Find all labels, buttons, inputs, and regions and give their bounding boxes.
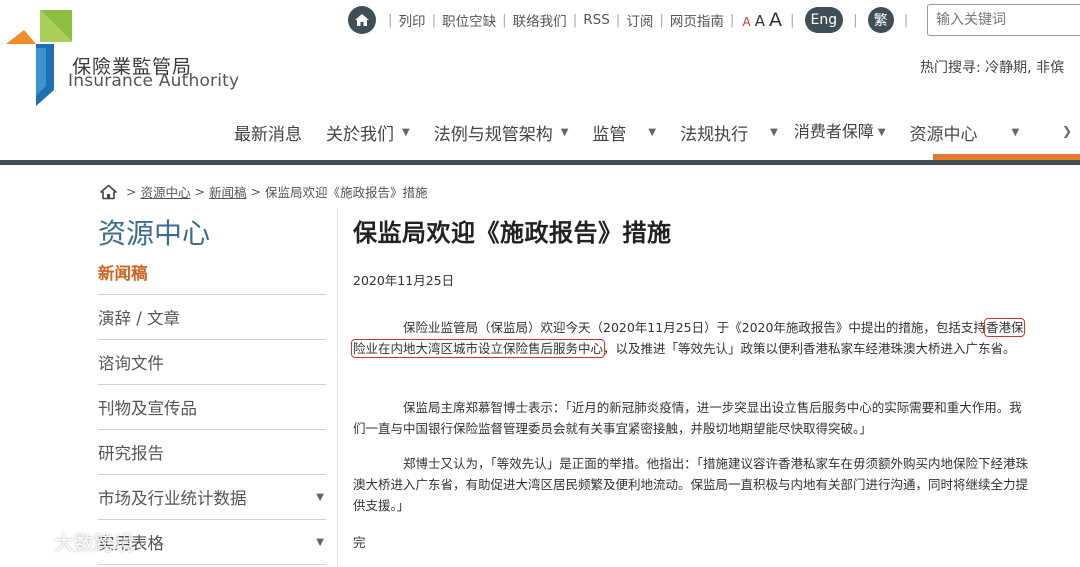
- nav-about-us[interactable]: 关於我们 ▼: [314, 108, 422, 156]
- sidebar-item-label: 研究报告: [98, 444, 164, 463]
- font-size-controls: A A A: [742, 9, 781, 31]
- sidebar-item-label: 谘询文件: [98, 354, 164, 373]
- nav-label: 资源中心: [909, 124, 978, 145]
- article-paragraph: 郑博士又认为，「等效先认」是正面的举措。他指出：「措施建议容许香港私家车在毋须额…: [353, 456, 1029, 513]
- caret-down-icon: ▼: [1011, 126, 1020, 138]
- ia-logo-mark-icon: [6, 10, 72, 106]
- nav-divider: [0, 160, 1080, 165]
- article-paragraph: 保险业监管局（保监局）欢迎今天（2020年11月25日）于《2020年施政报告》…: [350, 317, 1033, 359]
- font-size-small-button[interactable]: A: [742, 15, 750, 29]
- home-icon[interactable]: [100, 184, 117, 200]
- breadcrumb-resource-centre[interactable]: 资源中心: [140, 182, 190, 201]
- nav-label: 关於我们: [326, 124, 394, 145]
- sidebar-item-consultations[interactable]: 谘询文件: [98, 340, 326, 385]
- font-size-medium-button[interactable]: A: [755, 12, 765, 30]
- breadcrumb-separator: >: [126, 184, 137, 199]
- caret-down-icon[interactable]: ▼: [878, 127, 886, 138]
- sidebar-item-label: 演辞 / 文章: [98, 309, 181, 328]
- home-button[interactable]: [348, 6, 376, 34]
- search-input[interactable]: [928, 5, 1080, 35]
- article-date: 2020年11月25日: [353, 273, 455, 288]
- english-language-button[interactable]: Eng: [804, 7, 844, 33]
- caret-down-icon: ▼: [560, 126, 569, 138]
- vacancies-link[interactable]: 职位空缺: [442, 10, 496, 30]
- sidebar-item-press-releases[interactable]: 新闻稿: [98, 250, 326, 295]
- breadcrumb-press-releases[interactable]: 新闻稿: [209, 182, 247, 201]
- nav-label: 法规执行: [680, 124, 749, 145]
- separator: |: [659, 12, 664, 28]
- nav-supervision[interactable]: 监管 ▼: [580, 108, 668, 156]
- paragraph-text: ，以及推进「等效先认」政策以便利香港私家车经港珠澳大桥进入广东省。: [603, 341, 1016, 356]
- separator: |: [729, 12, 735, 28]
- nav-latest-news[interactable]: 最新消息: [222, 108, 314, 156]
- nav-resource-centre[interactable]: 资源中心 ▼: [898, 108, 1032, 156]
- ia-logo[interactable]: 保險業監管局 Insurance Authority: [6, 8, 239, 108]
- separator: |: [903, 12, 909, 28]
- caret-down-icon: ▼: [648, 126, 657, 138]
- traditional-chinese-button[interactable]: 繁: [867, 7, 894, 33]
- article-title: 保监局欢迎《施政报告》措施: [353, 219, 672, 247]
- watermark-text: 大数跨境: [54, 531, 134, 555]
- sidebar-item-speeches[interactable]: 演辞 / 文章: [98, 295, 326, 340]
- nav-label: 消费者保障: [793, 122, 874, 141]
- breadcrumb-separator: >: [194, 184, 205, 199]
- caret-down-icon: ▼: [316, 536, 324, 548]
- sidebar-item-publications[interactable]: 刊物及宣传品: [98, 385, 326, 430]
- home-icon: [355, 14, 369, 26]
- separator: |: [572, 12, 578, 28]
- web-guide-link[interactable]: 网页指南: [670, 10, 724, 30]
- separator: |: [789, 12, 795, 28]
- main-navigation: 最新消息 关於我们 ▼ 法例与规管架构 ▼ 监管 ▼ 法规执行 ▼ 消费者保障 …: [222, 108, 1031, 156]
- nav-enforcement[interactable]: 法规执行 ▼: [668, 108, 790, 156]
- watermark-logo-icon: [8, 532, 43, 551]
- separator: |: [431, 12, 437, 28]
- breadcrumb-separator: >: [250, 184, 261, 199]
- article-end: 完: [353, 535, 366, 550]
- nav-consumer-protection[interactable]: 消费者保障: [790, 108, 878, 156]
- sidebar-title: 资源中心: [98, 217, 211, 250]
- nav-scroll-right-icon[interactable]: ❯: [1062, 124, 1072, 138]
- hot-search-terms[interactable]: 热门搜寻: 冷静期, 非傧: [920, 57, 1064, 77]
- content-divider: [337, 208, 338, 567]
- separator: |: [853, 12, 858, 28]
- sidebar-item-label: 市场及行业统计数据: [98, 489, 247, 508]
- breadcrumb: > 资源中心 > 新闻稿 > 保监局欢迎《施政报告》措施: [100, 182, 428, 201]
- search-box: [927, 4, 1080, 36]
- sidebar-item-statistics[interactable]: 市场及行业统计数据 ▼: [98, 475, 326, 520]
- article-paragraph: 保监局主席郑慕智博士表示：「近月的新冠肺炎疫情，进一步突显出设立售后服务中心的实…: [353, 400, 1022, 436]
- nav-legislation[interactable]: 法例与规管架构 ▼: [422, 108, 581, 156]
- sidebar-menu: 新闻稿 演辞 / 文章 谘询文件 刊物及宣传品 研究报告 市场及行业统计数据 ▼…: [98, 250, 326, 565]
- subscribe-link[interactable]: 订阅: [626, 10, 653, 30]
- watermark: 大数跨境: [6, 527, 134, 556]
- caret-down-icon: ▼: [316, 491, 324, 503]
- breadcrumb-current: 保监局欢迎《施政报告》措施: [264, 185, 428, 200]
- paragraph-text: 保险业监管局（保监局）欢迎今天（2020年11月25日）于《2020年施政报告》…: [403, 320, 986, 335]
- nav-label: 法例与规管架构: [433, 124, 553, 145]
- print-link[interactable]: 列印: [399, 10, 426, 30]
- utility-bar: | 列印 | 职位空缺 | 联络我们 | RSS | 订阅 | 网页指南 | A…: [348, 5, 914, 35]
- caret-down-icon: ▼: [770, 126, 778, 138]
- sidebar-item-research[interactable]: 研究报告: [98, 430, 326, 475]
- font-size-large-button[interactable]: A: [769, 9, 782, 31]
- rss-link[interactable]: RSS: [583, 12, 610, 28]
- caret-down-icon: ▼: [402, 126, 410, 138]
- contact-link[interactable]: 联络我们: [513, 10, 567, 30]
- separator: |: [502, 12, 507, 28]
- separator: |: [615, 12, 621, 28]
- separator: |: [388, 12, 393, 28]
- sidebar-item-label: 新闻稿: [98, 264, 148, 283]
- sidebar-item-label: 刊物及宣传品: [98, 399, 197, 418]
- nav-label: 监管: [592, 124, 627, 145]
- nav-label: 最新消息: [234, 124, 302, 145]
- logo-english-name: Insurance Authority: [68, 71, 240, 91]
